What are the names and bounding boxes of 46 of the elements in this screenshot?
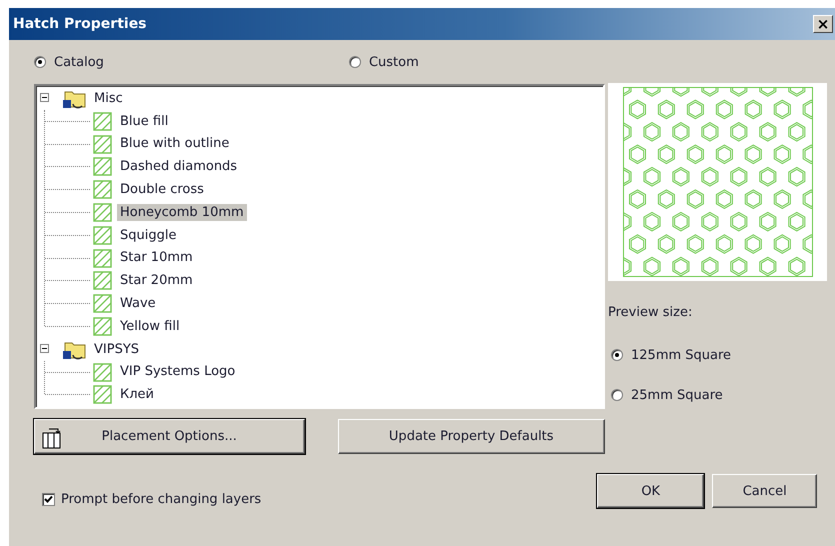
hatch-icon <box>93 316 112 336</box>
cancel-button[interactable]: Cancel <box>712 474 818 508</box>
radio-label[interactable]: Catalog <box>54 54 104 70</box>
hatch-icon <box>93 112 112 131</box>
close-button[interactable]: × <box>813 15 833 33</box>
tree-item[interactable]: Honeycomb 10mm <box>117 204 247 221</box>
tree-item[interactable]: Star 10mm <box>117 249 196 266</box>
hatch-icon <box>93 362 112 382</box>
tree-item[interactable]: VIP Systems Logo <box>117 363 238 380</box>
tree-folder[interactable]: VIPSYS <box>92 340 142 358</box>
hatch-icon <box>93 271 112 290</box>
hatch-icon <box>93 385 112 404</box>
hatch-icon <box>93 202 112 222</box>
collapse-icon[interactable] <box>40 344 49 353</box>
checkbox-label[interactable]: Prompt before changing layers <box>61 492 262 506</box>
tree-item[interactable]: Клей <box>117 386 157 404</box>
radio-button[interactable] <box>348 56 361 68</box>
radio-button[interactable] <box>34 56 46 68</box>
tree-item[interactable]: Wave <box>117 295 159 312</box>
tree-folder[interactable]: Misc <box>92 90 125 107</box>
preview-size-label: Preview size: <box>608 305 694 322</box>
update-defaults-button[interactable]: Update Property Defaults <box>338 419 605 454</box>
hatch-icon <box>93 226 112 245</box>
tree-item[interactable]: Squiggle <box>117 226 180 244</box>
hatch-icon <box>93 248 112 268</box>
hatch-icon <box>93 294 112 314</box>
hatch-icon <box>93 134 112 154</box>
tree-item[interactable]: Blue fill <box>117 112 172 130</box>
radio-button[interactable] <box>611 389 623 401</box>
placement-options-button[interactable]: Placement Options... <box>34 419 304 454</box>
tree-item[interactable]: Double cross <box>117 181 207 198</box>
columns-icon <box>41 426 63 450</box>
hatch-icon <box>93 157 112 176</box>
hatch-icon <box>93 180 112 200</box>
radio-label[interactable]: Custom <box>368 54 419 70</box>
tree-item[interactable]: Yellow fill <box>117 318 183 335</box>
radio-label[interactable]: 25mm Square <box>631 388 723 402</box>
tree-item[interactable]: Blue with outline <box>117 135 232 152</box>
radio-button[interactable] <box>611 349 623 361</box>
tree-item[interactable]: Star 20mm <box>117 272 196 290</box>
tree-item[interactable]: Dashed diamonds <box>117 158 240 176</box>
radio-label[interactable]: 125mm Square <box>631 348 732 362</box>
window-title: Hatch Properties <box>13 16 147 32</box>
collapse-icon[interactable] <box>40 93 49 102</box>
checkbox[interactable] <box>42 492 55 506</box>
ok-button[interactable]: OK <box>597 474 704 508</box>
